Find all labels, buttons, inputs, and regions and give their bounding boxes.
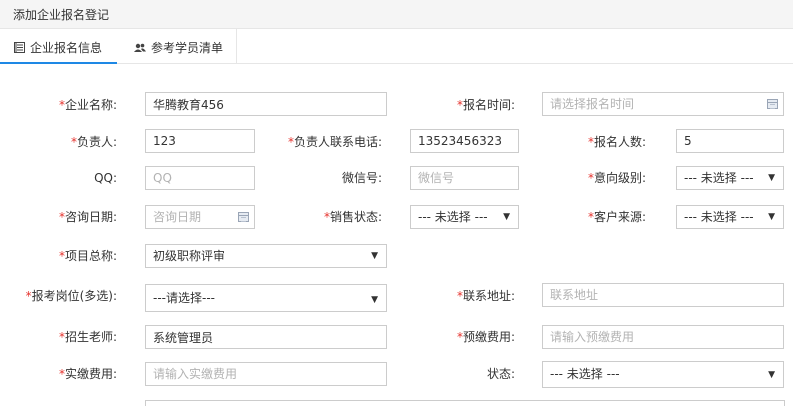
customer-source-label: *客户来源: [587,210,646,224]
contact-person-input[interactable] [145,129,255,153]
chevron-down-icon: ▼ [371,251,378,261]
qq-input[interactable] [145,166,255,190]
chevron-down-icon: ▼ [768,173,775,183]
chevron-down-icon: ▼ [503,212,510,222]
tab-student-list[interactable]: 参考学员清单 [117,29,237,64]
paid-fee-label: *实缴费用: [58,367,117,381]
status-select[interactable]: --- 未选择 --- ▼ [542,361,784,388]
chevron-down-icon: ▼ [768,370,775,380]
calendar-icon[interactable] [767,99,778,109]
window-title: 添加企业报名登记 [13,8,110,22]
intent-level-value: --- 未选择 --- [684,171,754,185]
list-icon [14,42,25,56]
customer-source-value: --- 未选择 --- [684,210,754,224]
project-value: 初级职称评审 [153,249,226,263]
consult-date-label: *咨询日期: [58,210,117,224]
consult-date-field[interactable] [145,205,255,229]
window-titlebar: 添加企业报名登记 [0,0,793,29]
sales-status-label: *销售状态: [323,210,382,224]
signup-count-input[interactable] [676,129,784,153]
project-label: *项目总称: [58,249,117,263]
users-icon [134,42,146,56]
sales-status-select[interactable]: --- 未选择 --- ▼ [410,205,519,229]
customer-source-select[interactable]: --- 未选择 --- ▼ [676,205,784,229]
calendar-icon[interactable] [238,212,249,222]
company-name-input[interactable] [145,92,387,116]
contact-phone-label: *负责人联系电话: [287,135,382,149]
sales-status-value: --- 未选择 --- [418,210,488,224]
consult-date-input[interactable] [153,206,247,228]
status-label: 状态: [486,367,515,381]
tab-company-info-label: 企业报名信息 [30,41,103,55]
address-input[interactable] [542,283,784,307]
tab-company-info[interactable]: 企业报名信息 [0,29,117,64]
tab-student-list-label: 参考学员清单 [151,41,224,55]
signup-time-label: *报名时间: [456,98,515,112]
tab-bar: 企业报名信息 参考学员清单 [0,29,793,64]
company-name-label: *企业名称: [58,98,117,112]
wechat-label: 微信号: [341,171,382,185]
teacher-label: *招生老师: [58,330,117,344]
wechat-input[interactable] [410,166,519,190]
status-value: --- 未选择 --- [550,367,620,381]
intent-level-select[interactable]: --- 未选择 --- ▼ [676,166,784,190]
chevron-down-icon: ▼ [768,212,775,222]
position-select[interactable]: ---请选择--- ▼ [145,284,387,312]
prepaid-fee-input[interactable] [542,325,784,349]
contact-phone-input[interactable] [410,129,519,153]
position-value: ---请选择--- [153,291,215,305]
contact-person-label: *负责人: [70,135,117,149]
position-label: *报考岗位(多选): [25,289,117,303]
address-label: *联系地址: [456,289,515,303]
intent-level-label: *意向级别: [587,171,646,185]
project-select[interactable]: 初级职称评审 ▼ [145,244,387,268]
signup-time-input[interactable] [550,93,776,115]
signup-count-label: *报名人数: [587,135,646,149]
qq-label: QQ: [94,171,117,185]
teacher-input[interactable] [145,325,387,349]
signup-time-field[interactable] [542,92,784,116]
paid-fee-input[interactable] [145,362,387,386]
chevron-down-icon: ▼ [371,295,378,305]
prepaid-fee-label: *预缴费用: [456,330,515,344]
remarks-textarea[interactable] [145,400,785,406]
